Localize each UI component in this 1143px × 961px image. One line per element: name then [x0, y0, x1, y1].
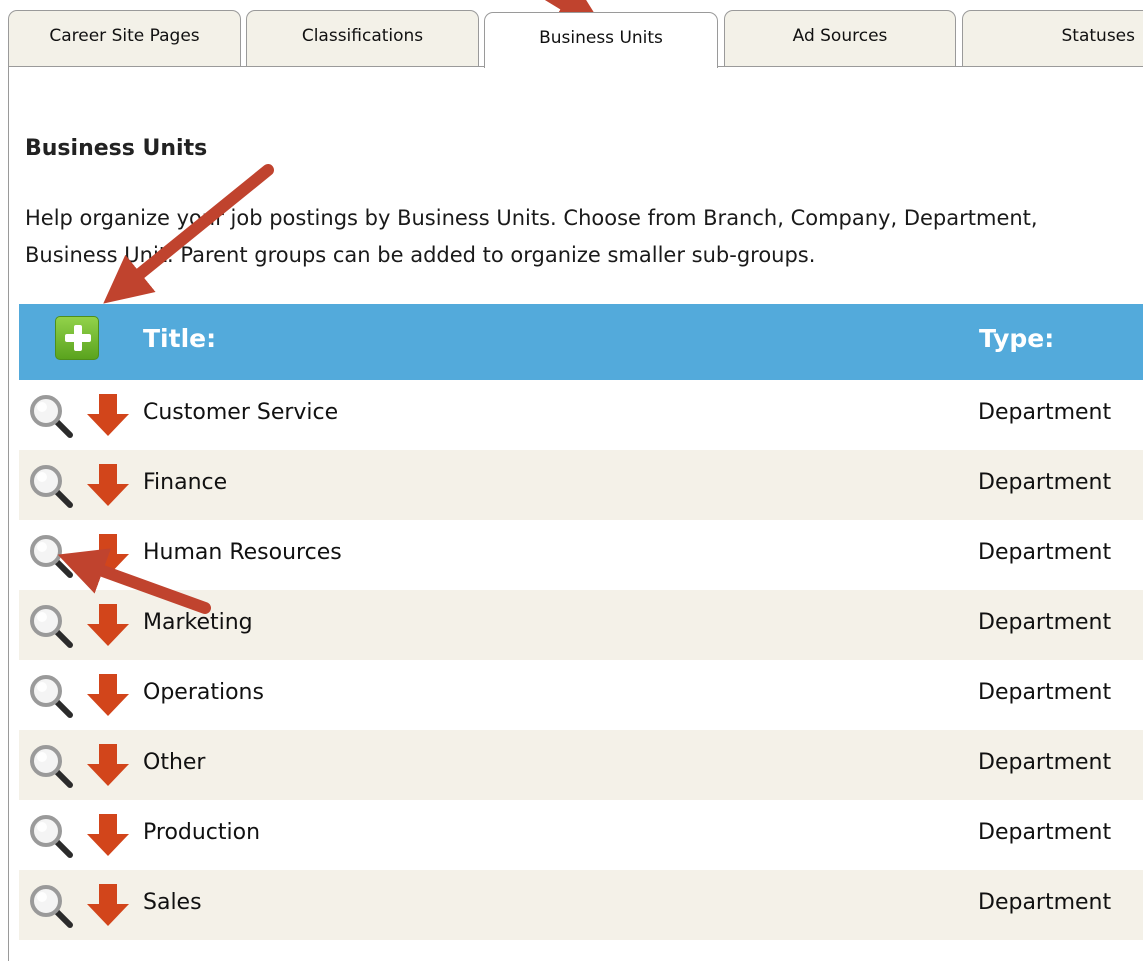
- tab-label: Ad Sources: [792, 25, 888, 46]
- down-arrow-icon[interactable]: [85, 882, 131, 928]
- row-title: Human Resources: [143, 540, 342, 565]
- tab-business-units[interactable]: Business Units: [484, 12, 718, 68]
- row-type: Department: [978, 680, 1112, 705]
- down-arrow-icon[interactable]: [85, 742, 131, 788]
- table-row: Production Department: [19, 800, 1143, 870]
- add-business-unit-button[interactable]: [55, 316, 99, 360]
- table-row: Human Resources Department: [19, 520, 1143, 590]
- down-arrow-icon[interactable]: [85, 672, 131, 718]
- magnifier-icon[interactable]: [28, 533, 74, 579]
- magnifier-icon[interactable]: [28, 673, 74, 719]
- row-title: Operations: [143, 680, 264, 705]
- business-units-table: Title: Type: Customer Service Department…: [19, 304, 1143, 940]
- table-row: Marketing Department: [19, 590, 1143, 660]
- row-title: Production: [143, 820, 261, 845]
- magnifier-icon[interactable]: [28, 813, 74, 859]
- table-header: Title: Type:: [19, 304, 1143, 380]
- section-description: Help organize your job postings by Busin…: [25, 200, 1143, 274]
- row-type: Department: [978, 400, 1112, 425]
- tab-label: Career Site Pages: [49, 25, 200, 46]
- row-type: Department: [978, 540, 1112, 565]
- row-type: Department: [978, 750, 1112, 775]
- row-type: Department: [978, 470, 1112, 495]
- down-arrow-icon[interactable]: [85, 602, 131, 648]
- table-row: Other Department: [19, 730, 1143, 800]
- tab-career-site-pages[interactable]: Career Site Pages: [8, 10, 241, 66]
- tab-label: Classifications: [301, 25, 424, 46]
- tab-statuses[interactable]: Statuses: [962, 10, 1143, 66]
- table-body: Customer Service Department Finance Depa…: [19, 380, 1143, 940]
- panel-border: [8, 66, 9, 961]
- row-title: Other: [143, 750, 206, 775]
- magnifier-icon[interactable]: [28, 393, 74, 439]
- magnifier-icon[interactable]: [28, 743, 74, 789]
- tab-label: Statuses: [1061, 25, 1136, 46]
- down-arrow-icon[interactable]: [85, 462, 131, 508]
- down-arrow-icon[interactable]: [85, 812, 131, 858]
- magnifier-icon[interactable]: [28, 603, 74, 649]
- row-title: Customer Service: [143, 400, 339, 425]
- tab-classifications[interactable]: Classifications: [246, 10, 479, 66]
- row-title: Finance: [143, 470, 228, 495]
- table-row: Finance Department: [19, 450, 1143, 520]
- tab-bar: Career Site Pages Classifications Busine…: [0, 0, 1143, 68]
- column-header-type: Type:: [979, 324, 1055, 353]
- row-type: Department: [978, 820, 1112, 845]
- down-arrow-icon[interactable]: [85, 392, 131, 438]
- table-row: Sales Department: [19, 870, 1143, 940]
- description-line-1: Help organize your job postings by Busin…: [25, 206, 1038, 230]
- tab-label: Business Units: [539, 27, 663, 48]
- down-arrow-icon[interactable]: [85, 532, 131, 578]
- tab-ad-sources[interactable]: Ad Sources: [724, 10, 956, 66]
- magnifier-icon[interactable]: [28, 883, 74, 929]
- row-type: Department: [978, 890, 1112, 915]
- section-title: Business Units: [25, 136, 208, 161]
- description-line-2: Business Unit. Parent groups can be adde…: [25, 243, 816, 267]
- row-title: Marketing: [143, 610, 253, 635]
- row-title: Sales: [143, 890, 202, 915]
- table-row: Operations Department: [19, 660, 1143, 730]
- magnifier-icon[interactable]: [28, 463, 74, 509]
- row-type: Department: [978, 610, 1112, 635]
- table-row: Customer Service Department: [19, 380, 1143, 450]
- column-header-title: Title:: [143, 324, 217, 353]
